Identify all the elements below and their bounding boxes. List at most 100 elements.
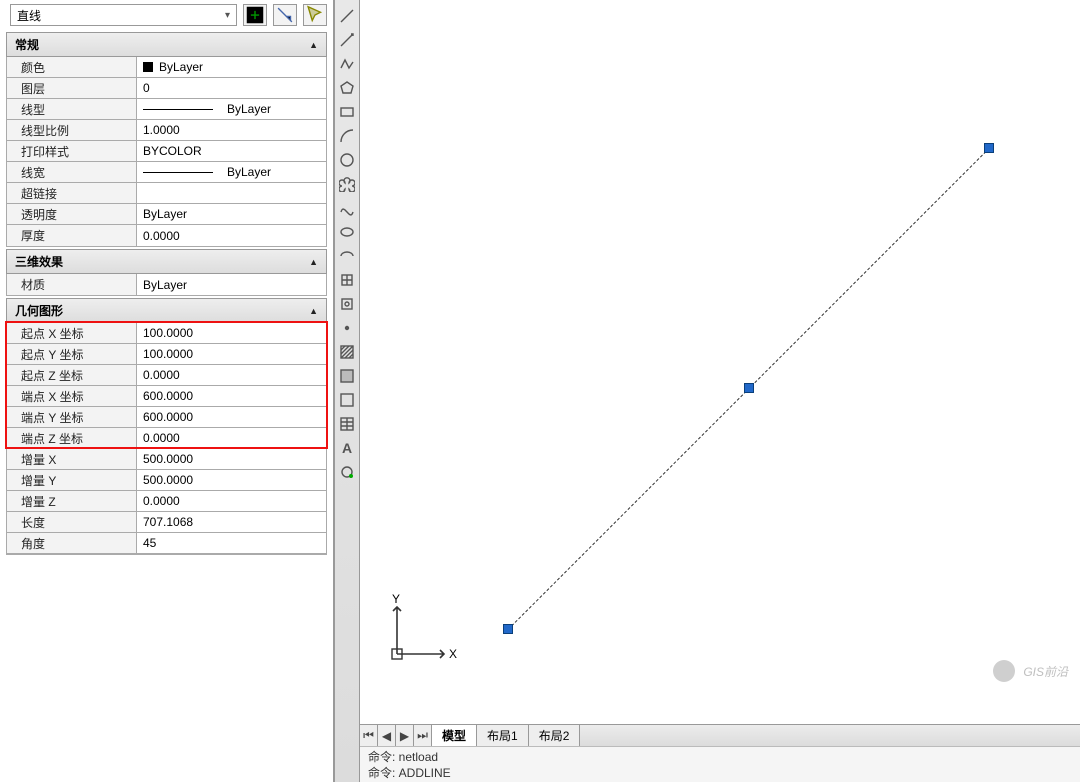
region-tool-icon[interactable] (337, 390, 357, 410)
prop-value-startz[interactable]: 0.0000 (137, 365, 326, 385)
tab-model[interactable]: 模型 (432, 725, 477, 746)
grip-end[interactable] (984, 143, 994, 153)
prop-value-linetype[interactable]: ByLayer (137, 99, 326, 119)
grip-mid[interactable] (744, 383, 754, 393)
prop-label: 端点 Z 坐标 (7, 428, 137, 448)
ellipsearc-tool-icon[interactable] (337, 246, 357, 266)
watermark-logo-icon (993, 660, 1015, 682)
pickadd-button[interactable] (273, 4, 297, 26)
prop-label: 线宽 (7, 162, 137, 182)
prop-label: 线型比例 (7, 120, 137, 140)
prop-label: 起点 Z 坐标 (7, 365, 137, 385)
category-3d[interactable]: 三维效果▲ (6, 249, 327, 274)
tab-layout1[interactable]: 布局1 (477, 725, 529, 746)
threed-props: 材质ByLayer (6, 274, 327, 296)
revcloud-tool-icon[interactable] (337, 174, 357, 194)
prop-label: 起点 Y 坐标 (7, 344, 137, 364)
grip-start[interactable] (503, 624, 513, 634)
prop-value-plotstyle[interactable]: BYCOLOR (137, 141, 326, 161)
prop-label: 端点 Y 坐标 (7, 407, 137, 427)
svg-text:X: X (449, 647, 457, 661)
collapse-icon: ▲ (309, 306, 318, 316)
point-tool-icon[interactable] (337, 318, 357, 338)
object-type-value: 直线 (17, 7, 41, 24)
insertblock-tool-icon[interactable] (337, 270, 357, 290)
tab-last-icon[interactable]: ⏭ (414, 725, 432, 746)
prop-value-transparency[interactable]: ByLayer (137, 204, 326, 224)
command-history[interactable]: 命令: netload 命令: ADDLINE (360, 746, 1080, 782)
prop-value-layer[interactable]: 0 (137, 78, 326, 98)
prop-value-length[interactable]: 707.1068 (137, 512, 326, 532)
prop-label: 端点 X 坐标 (7, 386, 137, 406)
spline-tool-icon[interactable] (337, 198, 357, 218)
prop-label: 增量 X (7, 449, 137, 469)
line-tool-icon[interactable] (337, 6, 357, 26)
layout-tabstrip: ⏮ ◀ ▶ ⏭ 模型 布局1 布局2 (360, 724, 1080, 746)
prop-value-thickness[interactable]: 0.0000 (137, 225, 326, 246)
prop-value-deltaz[interactable]: 0.0000 (137, 491, 326, 511)
chevron-down-icon: ▾ (225, 10, 230, 21)
cmd-line: 命令: ADDLINE (368, 765, 1072, 781)
prop-value-starty[interactable]: 100.0000 (137, 344, 326, 364)
properties-panel: 直线 ▾ 常规▲ 颜色ByLayer 图层0 线型ByLayer 线型比例1.0… (0, 0, 334, 782)
gradient-tool-icon[interactable] (337, 366, 357, 386)
collapse-icon: ▲ (309, 40, 318, 50)
prop-label: 图层 (7, 78, 137, 98)
rectangle-tool-icon[interactable] (337, 102, 357, 122)
tab-prev-icon[interactable]: ◀ (378, 725, 396, 746)
select-objects-button[interactable] (303, 4, 327, 26)
svg-text:Y: Y (392, 592, 400, 606)
category-general[interactable]: 常规▲ (6, 32, 327, 57)
prop-value-angle[interactable]: 45 (137, 533, 326, 553)
prop-value-endx[interactable]: 600.0000 (137, 386, 326, 406)
object-type-selector[interactable]: 直线 ▾ (10, 4, 237, 26)
addselected-tool-icon[interactable] (337, 462, 357, 482)
prop-value-deltax[interactable]: 500.0000 (137, 449, 326, 469)
prop-label: 角度 (7, 533, 137, 553)
arc-tool-icon[interactable] (337, 126, 357, 146)
quickselect-button[interactable] (243, 4, 267, 26)
collapse-icon: ▲ (309, 257, 318, 267)
prop-label: 透明度 (7, 204, 137, 224)
circle-tool-icon[interactable] (337, 150, 357, 170)
prop-value-endy[interactable]: 600.0000 (137, 407, 326, 427)
watermark: GIS前沿 (993, 660, 1068, 682)
prop-label: 颜色 (7, 57, 137, 77)
prop-label: 起点 X 坐标 (7, 323, 137, 343)
prop-label: 超链接 (7, 183, 137, 203)
prop-value-lineweight[interactable]: ByLayer (137, 162, 326, 182)
polygon-tool-icon[interactable] (337, 78, 357, 98)
tab-layout2[interactable]: 布局2 (529, 725, 581, 746)
prop-label: 材质 (7, 274, 137, 295)
ray-tool-icon[interactable] (337, 30, 357, 50)
prop-label: 厚度 (7, 225, 137, 246)
prop-value-deltay[interactable]: 500.0000 (137, 470, 326, 490)
drawing-canvas[interactable]: X Y GIS前沿 (360, 0, 1080, 724)
tab-next-icon[interactable]: ▶ (396, 725, 414, 746)
general-props: 颜色ByLayer 图层0 线型ByLayer 线型比例1.0000 打印样式B… (6, 57, 327, 247)
color-swatch-icon (143, 62, 153, 72)
prop-value-hyperlink[interactable] (137, 183, 326, 203)
makeblock-tool-icon[interactable] (337, 294, 357, 314)
table-tool-icon[interactable] (337, 414, 357, 434)
prop-value-material[interactable]: ByLayer (137, 274, 326, 295)
tab-first-icon[interactable]: ⏮ (360, 725, 378, 746)
prop-value-ltscale[interactable]: 1.0000 (137, 120, 326, 140)
prop-label: 增量 Y (7, 470, 137, 490)
prop-value-color[interactable]: ByLayer (137, 57, 326, 77)
prop-label: 长度 (7, 512, 137, 532)
mtext-tool-icon[interactable]: A (337, 438, 357, 458)
category-geometry[interactable]: 几何图形▲ (6, 298, 327, 323)
prop-value-endz[interactable]: 0.0000 (137, 428, 326, 448)
prop-label: 线型 (7, 99, 137, 119)
geometry-props: 起点 X 坐标100.0000 起点 Y 坐标100.0000 起点 Z 坐标0… (6, 323, 327, 555)
cmd-line: 命令: netload (368, 749, 1072, 765)
polyline-tool-icon[interactable] (337, 54, 357, 74)
ellipse-tool-icon[interactable] (337, 222, 357, 242)
linetype-preview-icon (143, 109, 213, 110)
prop-label: 增量 Z (7, 491, 137, 511)
prop-value-startx[interactable]: 100.0000 (137, 323, 326, 343)
hatch-tool-icon[interactable] (337, 342, 357, 362)
draw-toolbar: A (334, 0, 360, 782)
lineweight-preview-icon (143, 172, 213, 173)
